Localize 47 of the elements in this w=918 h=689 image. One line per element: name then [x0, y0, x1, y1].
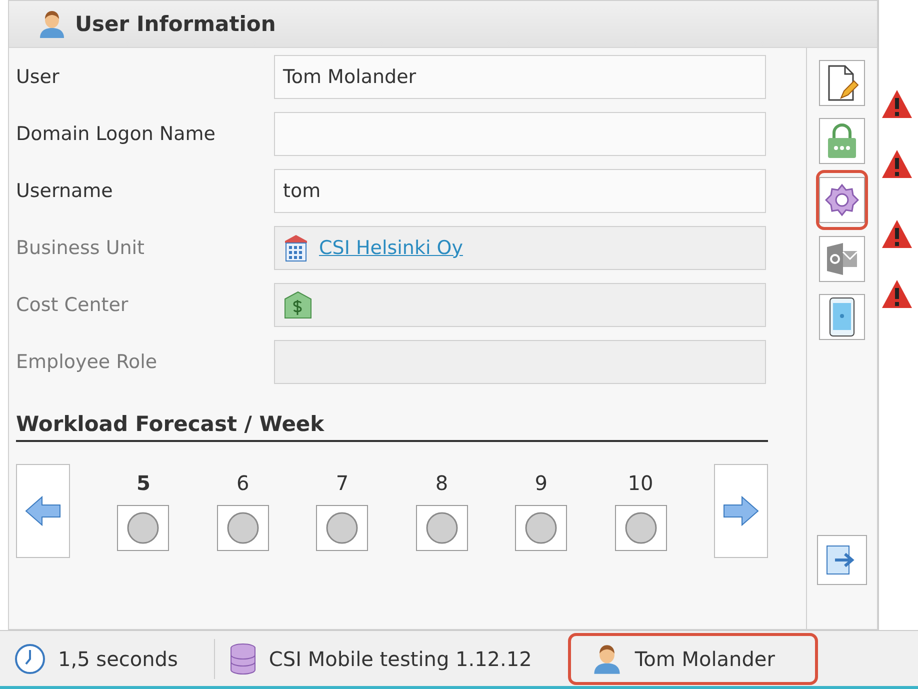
week-number: 9	[534, 471, 548, 495]
field-label: Username	[16, 180, 114, 202]
previous-button[interactable]	[16, 464, 70, 558]
money-icon	[283, 290, 313, 320]
lock-icon	[825, 122, 859, 160]
workload-indicator	[515, 505, 568, 551]
database-icon	[228, 642, 257, 676]
warning-icon	[881, 278, 913, 310]
toolbar-button[interactable]	[816, 57, 868, 109]
week-number: 8	[435, 471, 448, 495]
toolbar-button[interactable]	[816, 291, 868, 343]
warning-icon	[881, 148, 913, 180]
status-text: 1,5 seconds	[58, 646, 178, 670]
toolbar-button[interactable]	[816, 170, 868, 230]
week-number: 6	[236, 471, 250, 495]
warning-icon	[881, 218, 913, 250]
phone-icon	[829, 297, 855, 337]
field-label: Cost Center	[16, 294, 130, 316]
input-field[interactable]: tom	[274, 168, 766, 212]
workload-indicator	[117, 505, 170, 551]
field-label: Business Unit	[16, 236, 146, 258]
workload-indicator	[614, 505, 667, 551]
section-title: Workload Forecast / Week	[16, 412, 324, 436]
workload-indicator	[316, 505, 368, 551]
next-button[interactable]	[714, 464, 768, 558]
week-number: 10	[628, 471, 654, 495]
field-label: Employee Role	[16, 350, 158, 372]
exit-button[interactable]	[817, 535, 867, 585]
warning-icon	[881, 88, 913, 120]
input-field[interactable]	[274, 112, 766, 156]
workload-indicator	[416, 505, 468, 551]
workload-indicator	[216, 505, 269, 551]
status-text: Tom Molander	[634, 646, 775, 670]
panel-title: User Information	[75, 12, 276, 36]
week-number: 7	[336, 471, 349, 495]
status-text: CSI Mobile testing 1.12.12	[268, 646, 532, 670]
mail-icon	[825, 241, 859, 277]
left-arrow-icon	[24, 495, 62, 527]
field-label: User	[16, 66, 60, 88]
input-field[interactable]: Tom Molander	[274, 54, 766, 98]
clock-icon	[14, 642, 46, 674]
right-arrow-icon	[722, 495, 760, 527]
settings-icon	[825, 183, 859, 217]
user-icon	[37, 9, 67, 39]
building-icon	[283, 232, 309, 262]
field-label: Domain Logon Name	[16, 122, 216, 144]
week-number: 5	[136, 471, 150, 495]
